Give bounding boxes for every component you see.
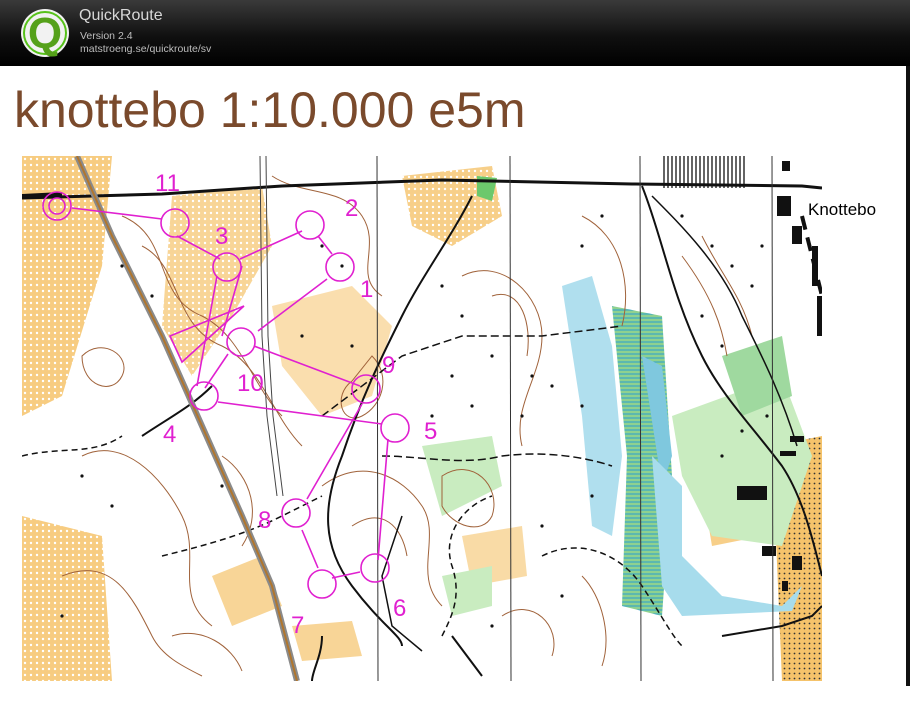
- orienteering-map[interactable]: 1 2 3 4 5 6 7 8 9 10 11: [22, 156, 822, 681]
- control-number-8: 8: [258, 507, 271, 534]
- app-version: Version 2.4: [80, 30, 133, 42]
- app-url: matstroeng.se/quickroute/sv: [80, 43, 212, 55]
- logo-letter: Q: [28, 9, 62, 58]
- map-canvas: 1 2 3 4 5 6 7 8 9 10 11: [22, 156, 822, 681]
- control-number-4: 4: [163, 421, 176, 448]
- map-title: knottebo 1:10.000 e5m: [14, 82, 526, 138]
- place-label-knottebo: Knottebo: [808, 200, 877, 219]
- control-number-11: 11: [155, 170, 180, 197]
- control-number-7: 7: [291, 612, 304, 639]
- control-number-10: 10: [237, 370, 264, 397]
- control-number-3: 3: [215, 223, 228, 250]
- control-number-2: 2: [345, 195, 358, 222]
- control-number-6: 6: [393, 595, 406, 622]
- control-number-5: 5: [424, 418, 437, 445]
- app-title: QuickRoute: [79, 7, 163, 24]
- app-header: Q QuickRoute Version 2.4 matstroeng.se/q…: [0, 0, 910, 66]
- control-number-1: 1: [360, 276, 373, 303]
- control-number-9: 9: [382, 352, 395, 379]
- quickroute-logo-icon: Q: [21, 9, 69, 58]
